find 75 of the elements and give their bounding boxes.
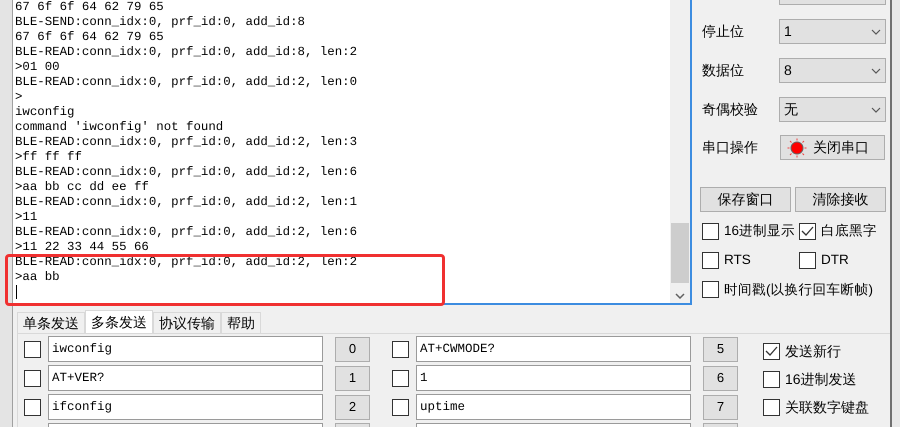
send-number-button[interactable]: 1	[335, 366, 370, 390]
action-button[interactable]: 清除接收	[795, 187, 886, 212]
log-line: BLE-READ:conn_idx:0, prf_id:0, add_id:2, len:6	[15, 165, 358, 180]
checkbox[interactable]	[763, 370, 780, 388]
option-label: 白底黑字	[821, 222, 877, 240]
log-line: BLE-READ:conn_idx:0, prf_id:0, add_id:2, len:6	[15, 225, 358, 240]
command-field[interactable]: AT+CWMODE?	[416, 336, 691, 362]
send-number-button[interactable]: 2	[335, 394, 370, 420]
action-button[interactable]: 保存窗口	[700, 187, 791, 212]
setting-label: 数据位	[702, 61, 745, 80]
dropdown[interactable]: 8	[779, 58, 886, 83]
log-line: 67 6f 6f 64 62 79 65	[15, 0, 164, 15]
tab[interactable]: 协议传输	[153, 312, 221, 333]
log-line: >aa bb cc dd ee ff	[15, 180, 149, 195]
command-field[interactable]: ifconfig	[48, 394, 323, 420]
log-line: BLE-READ:conn_idx:0, prf_id:0, add_id:2, len:0	[15, 75, 358, 90]
checkbox[interactable]	[799, 252, 816, 269]
command-field[interactable]: 1	[416, 365, 691, 391]
log-line: >01 00	[15, 60, 60, 75]
log-line: >11 22 33 44 55 66	[15, 240, 149, 255]
scroll-thumb[interactable]	[671, 223, 689, 283]
log-line: >ff ff ff	[15, 150, 82, 165]
scrollbar[interactable]	[670, 0, 690, 303]
checkbox[interactable]	[24, 370, 41, 386]
send-number-button[interactable]: 6	[703, 366, 738, 390]
chevron-down-icon	[871, 68, 881, 74]
checkbox[interactable]	[763, 342, 780, 360]
log-line: >11	[15, 210, 38, 225]
log-line: BLE-READ:conn_idx:0, prf_id:0, add_id:2, len:2	[15, 255, 358, 270]
send-number-button[interactable]: 0	[335, 336, 370, 362]
checkbox[interactable]	[392, 340, 409, 358]
setting-label: 停止位	[702, 22, 745, 41]
checkbox[interactable]	[24, 340, 41, 358]
send-number-button[interactable]: 5	[703, 336, 738, 362]
command-field[interactable]: AT+VER?	[48, 365, 323, 391]
tab[interactable]: 单条发送	[17, 312, 85, 333]
log-line: >	[15, 90, 22, 105]
chevron-down-icon	[871, 28, 881, 34]
option-label: DTR	[821, 251, 849, 270]
chevron-down-icon	[871, 106, 881, 112]
option-label: 16进制显示	[724, 222, 796, 240]
dropdown[interactable]: 1	[779, 19, 886, 44]
receive-area[interactable]	[13, 0, 692, 305]
checkbox[interactable]	[392, 370, 409, 386]
log-line: BLE-SEND:conn_idx:0, prf_id:0, add_id:8	[15, 15, 305, 30]
option-label: RTS	[724, 251, 751, 270]
log-line: command 'iwconfig' not found	[15, 120, 224, 135]
send-number-button[interactable]: 7	[703, 394, 738, 420]
log-line: iwconfig	[15, 105, 74, 120]
command-field[interactable]: iwconfig	[48, 336, 323, 362]
checkbox[interactable]	[24, 398, 41, 416]
checkbox[interactable]	[799, 222, 816, 240]
option-label: 发送新行	[785, 342, 841, 360]
checkbox[interactable]	[392, 398, 409, 416]
checkbox[interactable]	[702, 252, 719, 269]
checkbox[interactable]	[763, 398, 780, 416]
tab[interactable]: 多条发送	[85, 310, 153, 333]
log-line: BLE-READ:conn_idx:0, prf_id:0, add_id:2, len:3	[15, 135, 358, 150]
option-label: 16进制发送	[785, 370, 857, 388]
log-line: BLE-READ:conn_idx:0, prf_id:0, add_id:8, len:2	[15, 45, 358, 60]
log-line: >aa bb	[15, 270, 60, 285]
dropdown[interactable]: 无	[779, 97, 886, 122]
tab[interactable]: 帮助	[221, 312, 261, 333]
command-field[interactable]: uptime	[416, 394, 691, 420]
option-label: 时间戳(以换行回车断帧)	[724, 280, 873, 299]
checkbox[interactable]	[702, 281, 719, 298]
scroll-down-icon[interactable]	[675, 293, 685, 299]
setting-label: 串口操作	[702, 138, 759, 157]
log-line: 67 6f 6f 64 62 79 65	[15, 30, 164, 45]
setting-label: 奇偶校验	[702, 100, 759, 119]
close-port-button[interactable]: 关闭串口	[780, 135, 885, 160]
checkbox[interactable]	[702, 222, 719, 240]
text-cursor-icon	[16, 285, 17, 299]
option-label: 关联数字键盘	[785, 398, 869, 416]
log-line: BLE-READ:conn_idx:0, prf_id:0, add_id:2, len:1	[15, 195, 358, 210]
